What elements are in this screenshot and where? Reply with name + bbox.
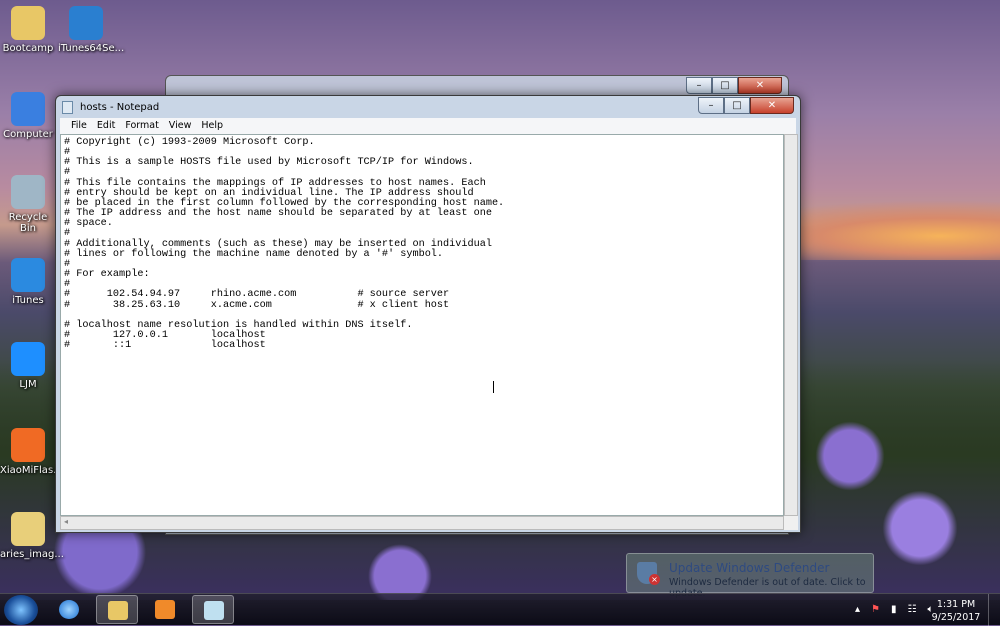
- menu-format[interactable]: Format: [120, 118, 163, 134]
- bg-maximize-button[interactable]: □: [712, 77, 738, 94]
- mi-icon: [11, 428, 45, 462]
- desktop-icon-label: Computer: [3, 129, 53, 140]
- desktop-icon-aries-imag-[interactable]: aries_imag...: [0, 512, 64, 560]
- clock-date: 9/25/2017: [931, 612, 981, 623]
- desktop-icon-ljm[interactable]: LJM: [0, 342, 56, 390]
- desktop-icon-itunes[interactable]: iTunes: [0, 258, 56, 306]
- folder-icon: [108, 601, 128, 620]
- clock-time: 1:31 PM: [936, 599, 976, 610]
- show-desktop-button[interactable]: [988, 594, 1000, 626]
- error-badge-icon: ×: [649, 574, 660, 585]
- system-tray: ▴ ⚑ ▮ ☷ 🔈︎: [855, 604, 933, 615]
- folder-icon: [11, 512, 45, 546]
- power-icon[interactable]: ▮: [891, 604, 897, 615]
- desktop-icon-itunes64se-[interactable]: iTunes64Se...: [58, 6, 125, 54]
- file-content[interactable]: # Copyright (c) 1993-2009 Microsoft Corp…: [61, 135, 783, 351]
- desktop-icon-label: Bootcamp: [2, 43, 54, 54]
- menu-view[interactable]: View: [164, 118, 197, 134]
- bg-minimize-button[interactable]: –: [686, 77, 712, 94]
- taskbar-media-player[interactable]: [144, 595, 186, 624]
- vertical-scrollbar[interactable]: [784, 134, 798, 516]
- taskbar-ie[interactable]: [48, 595, 90, 624]
- desktop-icon-label: XiaoMiFlas...: [0, 465, 63, 476]
- recycle-bin-icon: [11, 175, 45, 209]
- desktop-icon-computer[interactable]: Computer: [0, 92, 56, 140]
- window-title: hosts - Notepad: [80, 102, 160, 113]
- menu-bar: File Edit Format View Help: [60, 118, 796, 134]
- start-button[interactable]: [4, 595, 38, 625]
- clock[interactable]: 1:31 PM 9/25/2017: [930, 598, 982, 624]
- network-icon[interactable]: ☷: [908, 604, 917, 615]
- desktop-icon-recycle-bin[interactable]: Recycle Bin: [0, 175, 56, 234]
- desktop-icon-label: Recycle Bin: [8, 212, 48, 234]
- notification-title: Update Windows Defender: [669, 561, 830, 575]
- horizontal-scrollbar[interactable]: ◂: [60, 516, 784, 530]
- resize-grip[interactable]: [784, 516, 798, 530]
- maximize-button[interactable]: □: [724, 97, 750, 114]
- asterisk-app-icon: [11, 342, 45, 376]
- menu-edit[interactable]: Edit: [92, 118, 120, 134]
- minimize-button[interactable]: –: [698, 97, 724, 114]
- bg-close-button[interactable]: ✕: [738, 77, 782, 94]
- text-editor[interactable]: # Copyright (c) 1993-2009 Microsoft Corp…: [60, 134, 784, 516]
- desktop-icon-label: LJM: [19, 379, 37, 390]
- folder-user-icon: [11, 6, 45, 40]
- scroll-left-icon[interactable]: ◂: [64, 517, 68, 526]
- desktop-icon-label: aries_imag...: [0, 549, 64, 560]
- taskbar-notepad[interactable]: [192, 595, 234, 624]
- desktop-icon-xiaomiflas-[interactable]: XiaoMiFlas...: [0, 428, 63, 476]
- desktop-icon-label: iTunes64Se...: [58, 43, 125, 54]
- close-button[interactable]: ✕: [750, 97, 794, 114]
- notepad-icon: [62, 101, 73, 114]
- text-cursor-ibeam: [493, 381, 494, 393]
- show-hidden-icons[interactable]: ▴: [855, 604, 860, 615]
- menu-file[interactable]: File: [66, 118, 92, 134]
- desktop-icon-label: iTunes: [12, 295, 44, 306]
- notepad-window[interactable]: hosts - Notepad – □ ✕ File Edit Format V…: [55, 95, 801, 533]
- menu-help[interactable]: Help: [196, 118, 228, 134]
- media-player-icon: [155, 600, 175, 619]
- action-center-flag-icon[interactable]: ⚑: [871, 604, 880, 615]
- title-bar[interactable]: hosts - Notepad – □ ✕: [56, 96, 800, 118]
- computer-icon: [11, 92, 45, 126]
- notepad-icon: [204, 601, 224, 620]
- taskbar-explorer[interactable]: [96, 595, 138, 624]
- internet-explorer-icon: [59, 600, 79, 619]
- defender-notification[interactable]: × Update Windows Defender Windows Defend…: [626, 553, 874, 599]
- itunes-setup-icon: [69, 6, 103, 40]
- desktop-icon-bootcamp[interactable]: Bootcamp: [0, 6, 56, 54]
- itunes-icon: [11, 258, 45, 292]
- taskbar: ▴ ⚑ ▮ ☷ 🔈︎ 1:31 PM 9/25/2017: [0, 593, 1000, 626]
